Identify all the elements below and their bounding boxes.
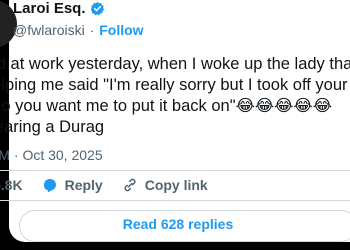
- copy-link-label: Copy link: [144, 177, 208, 193]
- tweet-body-line: , do you want me to put it back on"😂😂😂😂😂: [0, 97, 332, 115]
- likes-count: 5.8K: [0, 177, 23, 193]
- reply-button[interactable]: Reply: [41, 176, 103, 194]
- divider: [0, 170, 350, 171]
- like-action[interactable]: 5.8K: [0, 177, 23, 193]
- link-icon: [121, 176, 139, 194]
- reply-icon: [41, 176, 59, 194]
- follow-button[interactable]: Follow: [99, 22, 143, 38]
- display-name[interactable]: Laroi Esq.: [13, 0, 86, 17]
- screenshot-frame: Laroi Esq. @fwlaroiski · Follow ted at w…: [0, 0, 350, 250]
- separator-dot: ·: [89, 22, 95, 38]
- copy-link-button[interactable]: Copy link: [121, 176, 208, 194]
- tweet-body-line: ted at work yesterday, when I woke up th…: [0, 55, 350, 73]
- tweet-body: ted at work yesterday, when I woke up th…: [0, 54, 350, 138]
- tweet-timestamp[interactable]: PM · Oct 30, 2025: [0, 147, 103, 163]
- tweet-body-line: helping me said "I'm really sorry but I …: [0, 76, 348, 94]
- author-name-row: Laroi Esq.: [13, 0, 105, 17]
- verified-badge-icon: [90, 1, 105, 16]
- handle-row: @fwlaroiski · Follow: [13, 22, 144, 38]
- tweet-card: Laroi Esq. @fwlaroiski · Follow ted at w…: [0, 0, 350, 242]
- action-bar: 5.8K Reply Copy link: [0, 176, 208, 194]
- reply-label: Reply: [64, 177, 103, 193]
- handle[interactable]: @fwlaroiski: [13, 22, 85, 38]
- divider: [0, 200, 350, 201]
- read-replies-label: Read 628 replies: [122, 216, 234, 232]
- tweet-body-line: wearing a Durag: [0, 118, 105, 136]
